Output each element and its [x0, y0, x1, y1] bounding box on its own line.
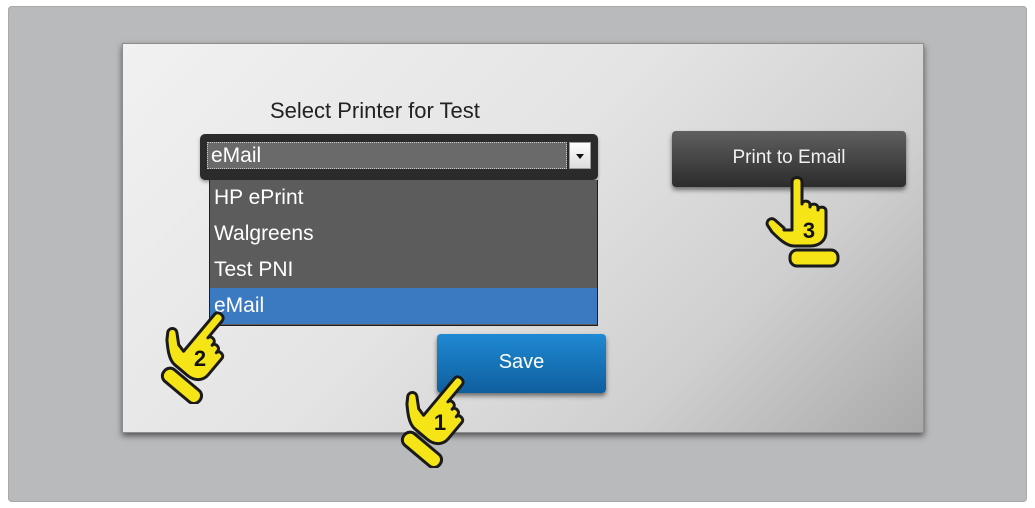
option-hp-eprint[interactable]: HP ePrint [210, 180, 597, 216]
printer-select[interactable]: eMail [200, 134, 598, 180]
page-title: Select Printer for Test [270, 98, 480, 123]
pointing-hand-icon: 2 [160, 311, 225, 404]
step-number-2: 2 [194, 346, 206, 371]
option-walgreens[interactable]: Walgreens [210, 216, 597, 252]
printer-select-value[interactable]: eMail [207, 142, 567, 169]
option-test-pni[interactable]: Test PNI [210, 252, 597, 288]
printer-dropdown-list: HP ePrint Walgreens Test PNI eMail [209, 180, 598, 326]
step-number-3: 3 [803, 218, 815, 243]
option-email[interactable]: eMail [210, 288, 597, 324]
pointing-hand-icon: 1 [400, 375, 465, 468]
chevron-down-icon[interactable] [569, 142, 591, 169]
pointing-hand-icon: 3 [765, 176, 840, 268]
step-number-1: 1 [434, 410, 446, 435]
